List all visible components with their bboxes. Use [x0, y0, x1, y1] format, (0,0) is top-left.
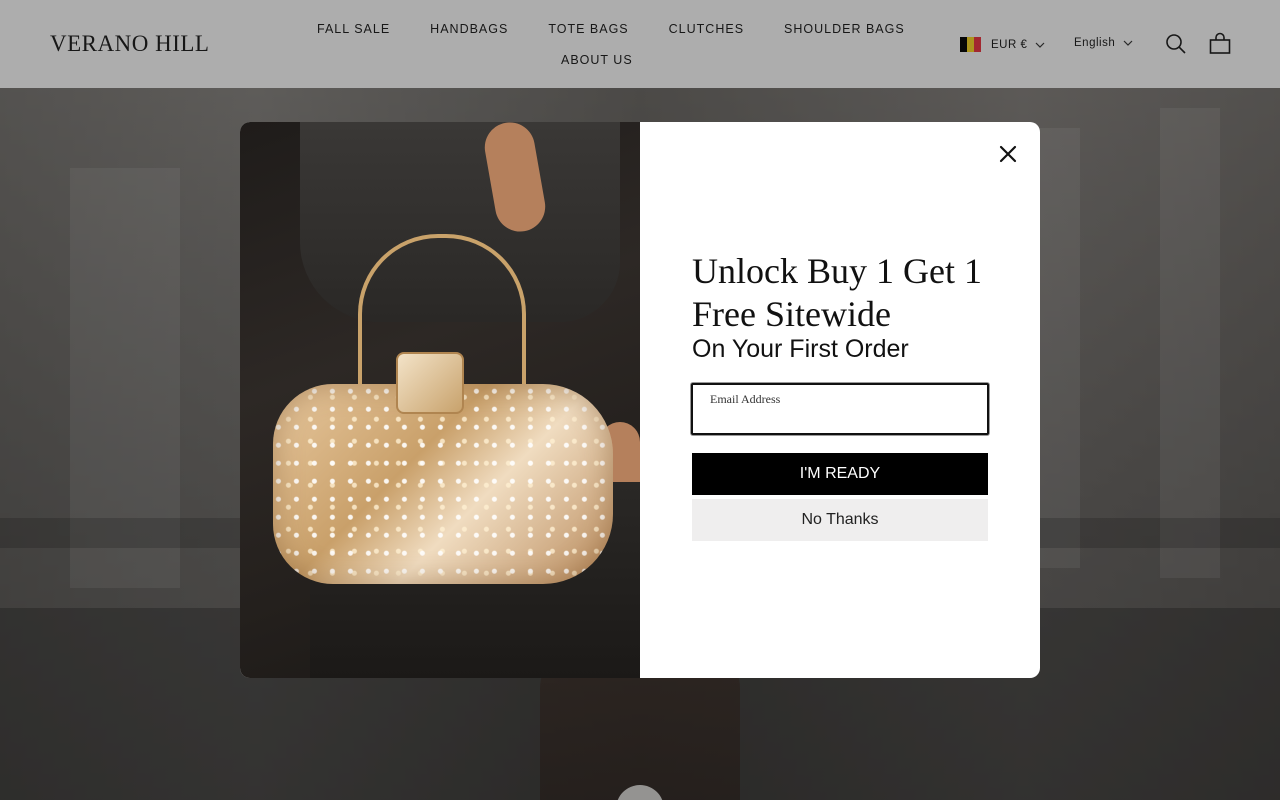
clutch-clasp-shape	[396, 352, 464, 414]
email-input[interactable]	[710, 409, 974, 431]
crystal-clutch-shape	[273, 384, 613, 584]
decline-button[interactable]: No Thanks	[692, 499, 988, 541]
email-field-label: Email Address	[710, 392, 781, 406]
popup-subheadline: On Your First Order	[692, 335, 909, 363]
email-field[interactable]: Email Address	[691, 383, 989, 435]
popup-content: Unlock Buy 1 Get 1 Free Sitewide On Your…	[640, 122, 1040, 678]
popup-product-image	[240, 122, 640, 678]
submit-button[interactable]: I'M READY	[692, 453, 988, 495]
newsletter-popup: Unlock Buy 1 Get 1 Free Sitewide On Your…	[240, 122, 1040, 678]
close-icon[interactable]	[996, 142, 1020, 166]
popup-headline: Unlock Buy 1 Get 1 Free Sitewide	[692, 251, 982, 334]
